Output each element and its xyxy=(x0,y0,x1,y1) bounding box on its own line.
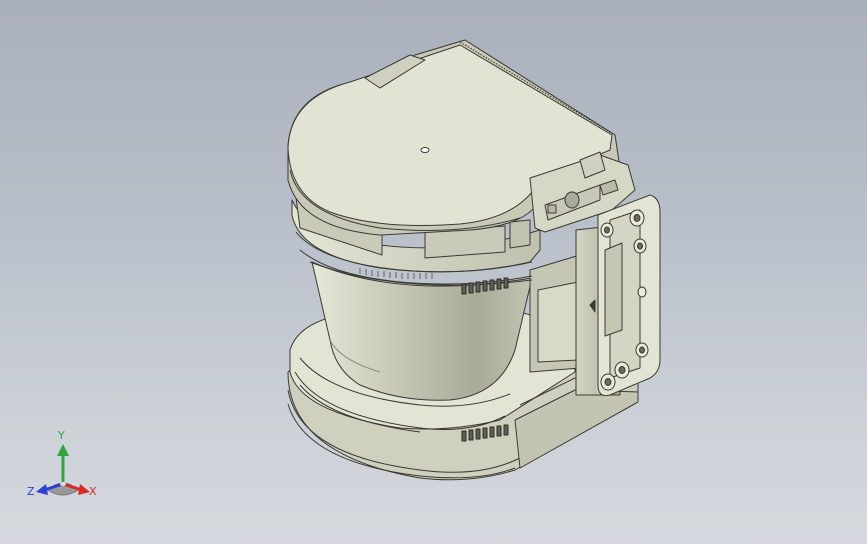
z-axis-label: Z xyxy=(27,485,35,498)
y-axis-label: Y xyxy=(58,429,65,442)
z-axis-arrow xyxy=(36,484,48,495)
y-axis-arrow xyxy=(57,444,69,456)
3d-part-model[interactable] xyxy=(0,0,867,544)
graphics-viewport[interactable]: Y X Z xyxy=(0,0,867,544)
orientation-triad: Y X Z xyxy=(26,428,106,506)
x-axis-label: X xyxy=(89,485,97,498)
